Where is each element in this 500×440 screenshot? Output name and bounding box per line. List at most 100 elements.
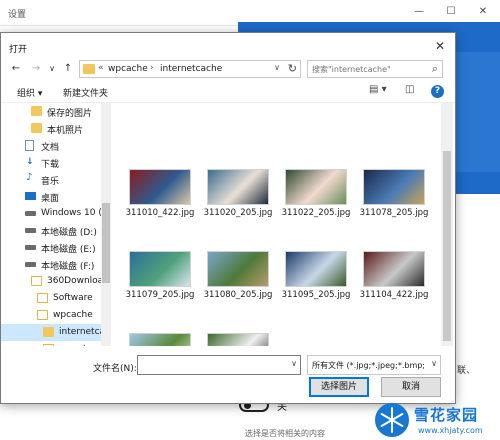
file-name: 311079_205.jpg bbox=[125, 290, 195, 300]
maximize-icon[interactable]: ☐ bbox=[442, 4, 460, 20]
sidebar-item-internetcache[interactable]: internetcac bbox=[1, 324, 110, 341]
address-bar[interactable]: « wpcache › internetcache ∨ ↻ bbox=[79, 60, 301, 78]
folder-icon bbox=[31, 276, 42, 286]
dialog-close-icon[interactable]: ✕ bbox=[431, 37, 449, 55]
image-thumbnail bbox=[129, 251, 191, 287]
file-item[interactable]: 311104_422.jpg bbox=[359, 251, 429, 300]
breadcrumb-internetcache[interactable]: internetcache bbox=[160, 64, 222, 74]
document-icon bbox=[25, 140, 34, 151]
minimize-icon[interactable]: — bbox=[410, 4, 428, 20]
address-dropdown-icon[interactable]: ∨ bbox=[274, 63, 280, 72]
sidebar-item-label: 本地磁盘 (E:) bbox=[41, 245, 96, 255]
image-thumbnail bbox=[285, 169, 347, 205]
image-thumbnail bbox=[207, 169, 269, 205]
filetype-select[interactable]: 所有文件 (*.jpg;*.jpeg;*.bmp;*. ∨ bbox=[307, 355, 441, 375]
background-side-text: 联、 bbox=[457, 366, 476, 376]
sidebar-item-label: 本地磁盘 (F:) bbox=[41, 262, 95, 272]
sidebar-item-360download[interactable]: 360Download bbox=[1, 273, 109, 290]
forward-icon[interactable]: → bbox=[29, 61, 43, 77]
image-thumbnail bbox=[285, 251, 347, 287]
filename-dropdown-icon[interactable]: ∨ bbox=[291, 359, 297, 368]
sidebar-item-drive-c[interactable]: Windows 10 (C bbox=[1, 205, 108, 222]
watermark: 雪花家园 www.xhjaty.com bbox=[374, 402, 500, 440]
organize-menu[interactable]: 组织 ▾ bbox=[17, 86, 42, 99]
navigation-pane: 保存的图片 本机照片 文档 ↓ 下载 ♪ 音乐 桌面 Windows 10 (C bbox=[1, 103, 113, 346]
sidebar-item-camera-roll[interactable]: 本机照片 bbox=[1, 120, 101, 137]
watermark-url: www.xhjaty.com bbox=[418, 426, 483, 435]
file-item[interactable]: 311095_205.jpg bbox=[281, 251, 351, 300]
music-icon: ♪ bbox=[26, 172, 33, 183]
toolbar: 组织 ▾ 新建文件夹 ▤ ▾ ◫ ? bbox=[1, 81, 455, 103]
breadcrumb-wpcache[interactable]: wpcache bbox=[108, 64, 148, 74]
file-name: 311095_205.jpg bbox=[281, 290, 351, 300]
search-icon[interactable]: ⌕ bbox=[432, 62, 438, 76]
dialog-title: 打开 bbox=[9, 45, 28, 55]
refresh-icon[interactable]: ↻ bbox=[288, 62, 297, 75]
sidebar-scrollbar[interactable] bbox=[101, 103, 111, 346]
sidebar-item-label: 桌面 bbox=[41, 194, 60, 204]
sidebar-item-label: Windows 10 (C bbox=[41, 208, 109, 218]
snowflake-logo-icon bbox=[375, 403, 409, 437]
sidebar-item-label: 下载 bbox=[41, 160, 60, 170]
back-icon[interactable]: ← bbox=[9, 61, 23, 77]
file-list-scrollbar[interactable] bbox=[441, 103, 453, 346]
search-input[interactable] bbox=[312, 63, 424, 75]
sidebar-item-drive-f[interactable]: 本地磁盘 (F:) bbox=[1, 256, 101, 273]
sidebar-item-label: 文档 bbox=[41, 143, 60, 153]
image-thumbnail bbox=[207, 333, 269, 346]
filename-input[interactable]: ∨ bbox=[137, 355, 301, 375]
cancel-button[interactable]: 取消 bbox=[381, 377, 441, 397]
folder-icon bbox=[31, 106, 42, 116]
image-thumbnail bbox=[363, 169, 425, 205]
sidebar-item-software[interactable]: Software bbox=[1, 290, 101, 307]
navigation-bar: ← → ∨ ↑ « wpcache › internetcache ∨ ↻ ⌕ bbox=[1, 57, 455, 81]
help-icon[interactable]: ? bbox=[431, 85, 444, 98]
file-name: 311010_422.jpg bbox=[125, 208, 195, 218]
file-item[interactable]: 311078_205.jpg bbox=[359, 169, 429, 218]
sidebar-item-drive-e[interactable]: 本地磁盘 (E:) bbox=[1, 239, 101, 256]
sidebar-item-downloads[interactable]: ↓ 下载 bbox=[1, 154, 101, 171]
watermark-text: 雪花家园 bbox=[414, 406, 479, 424]
file-item[interactable]: 311126_205.jpg bbox=[203, 333, 273, 346]
view-options-icon[interactable]: ▤ ▾ bbox=[369, 84, 387, 95]
file-item[interactable]: 311010_422.jpg bbox=[125, 169, 195, 218]
search-box[interactable]: ⌕ bbox=[307, 60, 443, 78]
file-item[interactable]: 311079_205.jpg bbox=[125, 251, 195, 300]
folder-icon bbox=[83, 64, 95, 74]
up-folder-icon[interactable]: ↑ bbox=[61, 61, 75, 77]
open-button[interactable]: 选择图片 bbox=[309, 377, 369, 397]
image-thumbnail bbox=[129, 333, 191, 346]
sidebar-item-wpcache[interactable]: wpcache bbox=[1, 307, 101, 324]
breadcrumb-separator: › bbox=[150, 63, 154, 73]
sidebar-item-srvsetwp[interactable]: srvsetwp bbox=[1, 341, 101, 346]
file-name: 311104_422.jpg bbox=[359, 290, 429, 300]
file-name: 311020_205.jpg bbox=[203, 208, 273, 218]
close-icon[interactable]: ✕ bbox=[474, 4, 492, 20]
file-list-scroll-thumb[interactable] bbox=[443, 151, 451, 341]
filetype-value: 所有文件 (*.jpg;*.jpeg;*.bmp;*. bbox=[312, 361, 424, 370]
folder-icon bbox=[43, 327, 54, 337]
file-name: 311022_205.jpg bbox=[281, 208, 351, 218]
sidebar-item-drive-d[interactable]: 本地磁盘 (D:) bbox=[1, 222, 101, 239]
preview-pane-icon[interactable]: ◫ bbox=[405, 84, 414, 95]
desktop-icon bbox=[25, 192, 36, 200]
image-thumbnail bbox=[207, 251, 269, 287]
sidebar-item-label: Software bbox=[53, 293, 93, 303]
sidebar-item-documents[interactable]: 文档 bbox=[1, 137, 101, 154]
file-item[interactable]: 311080_205.jpg bbox=[203, 251, 273, 300]
file-item[interactable]: 311020_205.jpg bbox=[203, 169, 273, 218]
new-folder-button[interactable]: 新建文件夹 bbox=[63, 86, 108, 99]
recent-dropdown-icon[interactable]: ∨ bbox=[45, 61, 59, 77]
sidebar-item-desktop[interactable]: 桌面 bbox=[1, 188, 101, 205]
sidebar-item-label: wpcache bbox=[53, 310, 93, 320]
file-item[interactable]: 311117_205.jpg bbox=[125, 333, 195, 346]
drive-icon bbox=[25, 262, 36, 267]
sidebar-item-saved-pictures[interactable]: 保存的图片 bbox=[1, 103, 101, 120]
filetype-dropdown-icon[interactable]: ∨ bbox=[431, 359, 437, 368]
sidebar-scroll-thumb[interactable] bbox=[102, 203, 110, 283]
file-item[interactable]: 311022_205.jpg bbox=[281, 169, 351, 218]
folder-icon bbox=[37, 293, 48, 303]
filename-label: 文件名(N): bbox=[93, 364, 137, 374]
sidebar-item-music[interactable]: ♪ 音乐 bbox=[1, 171, 101, 188]
address-prefix: « bbox=[98, 63, 104, 73]
